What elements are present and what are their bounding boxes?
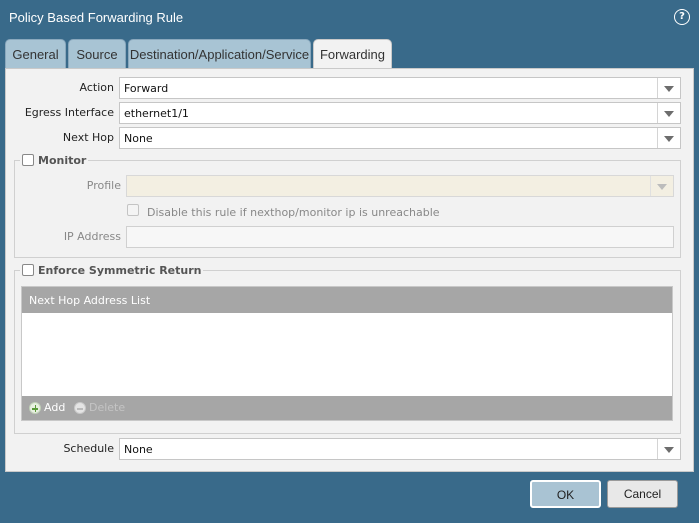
grid-header-label: Next Hop Address List — [29, 294, 151, 307]
dialog-title: Policy Based Forwarding Rule — [9, 10, 184, 25]
schedule-select[interactable]: None — [119, 438, 681, 460]
grid-header: Next Hop Address List — [22, 287, 672, 313]
action-value: Forward — [124, 82, 169, 95]
next-hop-value: None — [124, 132, 153, 145]
tab-forwarding[interactable]: Forwarding — [313, 39, 392, 70]
tab-source[interactable]: Source — [68, 39, 126, 69]
ok-button[interactable]: OK — [530, 480, 601, 508]
chevron-down-icon[interactable] — [657, 103, 680, 123]
egress-interface-label: Egress Interface — [24, 106, 114, 119]
schedule-value: None — [124, 443, 153, 456]
add-label: Add — [44, 401, 66, 414]
delete-label: Delete — [89, 401, 126, 414]
tab-destination-application-service[interactable]: Destination/Application/Service — [128, 39, 311, 69]
minus-icon — [74, 402, 86, 414]
disable-rule-label: Disable this rule if nexthop/monitor ip … — [147, 206, 440, 219]
monitor-checkbox[interactable] — [22, 154, 34, 166]
chevron-down-icon[interactable] — [657, 439, 680, 459]
next-hop-address-grid: Next Hop Address List Add Delete — [21, 286, 673, 421]
tab-general[interactable]: General — [5, 39, 66, 69]
plus-icon — [29, 402, 41, 414]
cancel-button[interactable]: Cancel — [607, 480, 678, 508]
monitor-label: Monitor — [38, 154, 87, 167]
symmetric-return-label: Enforce Symmetric Return — [38, 264, 202, 277]
profile-label: Profile — [86, 179, 121, 192]
symmetric-return-legend: Enforce Symmetric Return — [20, 264, 204, 277]
help-icon[interactable]: ? — [674, 9, 690, 25]
schedule-label: Schedule — [63, 442, 114, 455]
grid-toolbar: Add Delete — [22, 396, 672, 420]
next-hop-select[interactable]: None — [119, 127, 681, 149]
ip-address-input[interactable] — [126, 226, 674, 248]
egress-interface-select[interactable]: ethernet1/1 — [119, 102, 681, 124]
action-label: Action — [79, 81, 114, 94]
next-hop-label: Next Hop — [62, 131, 114, 144]
pbf-rule-dialog: Policy Based Forwarding Rule ? General S… — [0, 0, 699, 523]
chevron-down-icon[interactable] — [657, 78, 680, 98]
chevron-down-icon[interactable] — [657, 128, 680, 148]
chevron-down-icon[interactable] — [650, 176, 673, 196]
add-button[interactable]: Add — [29, 401, 65, 414]
dialog-titlebar: Policy Based Forwarding Rule ? — [0, 0, 699, 36]
disable-rule-checkbox[interactable] — [127, 204, 139, 216]
delete-button[interactable]: Delete — [74, 401, 125, 414]
monitor-profile-select[interactable] — [126, 175, 674, 197]
ip-address-label: IP Address — [63, 230, 121, 243]
egress-interface-value: ethernet1/1 — [124, 107, 189, 120]
monitor-legend: Monitor — [20, 154, 89, 167]
action-select[interactable]: Forward — [119, 77, 681, 99]
symmetric-return-checkbox[interactable] — [22, 264, 34, 276]
